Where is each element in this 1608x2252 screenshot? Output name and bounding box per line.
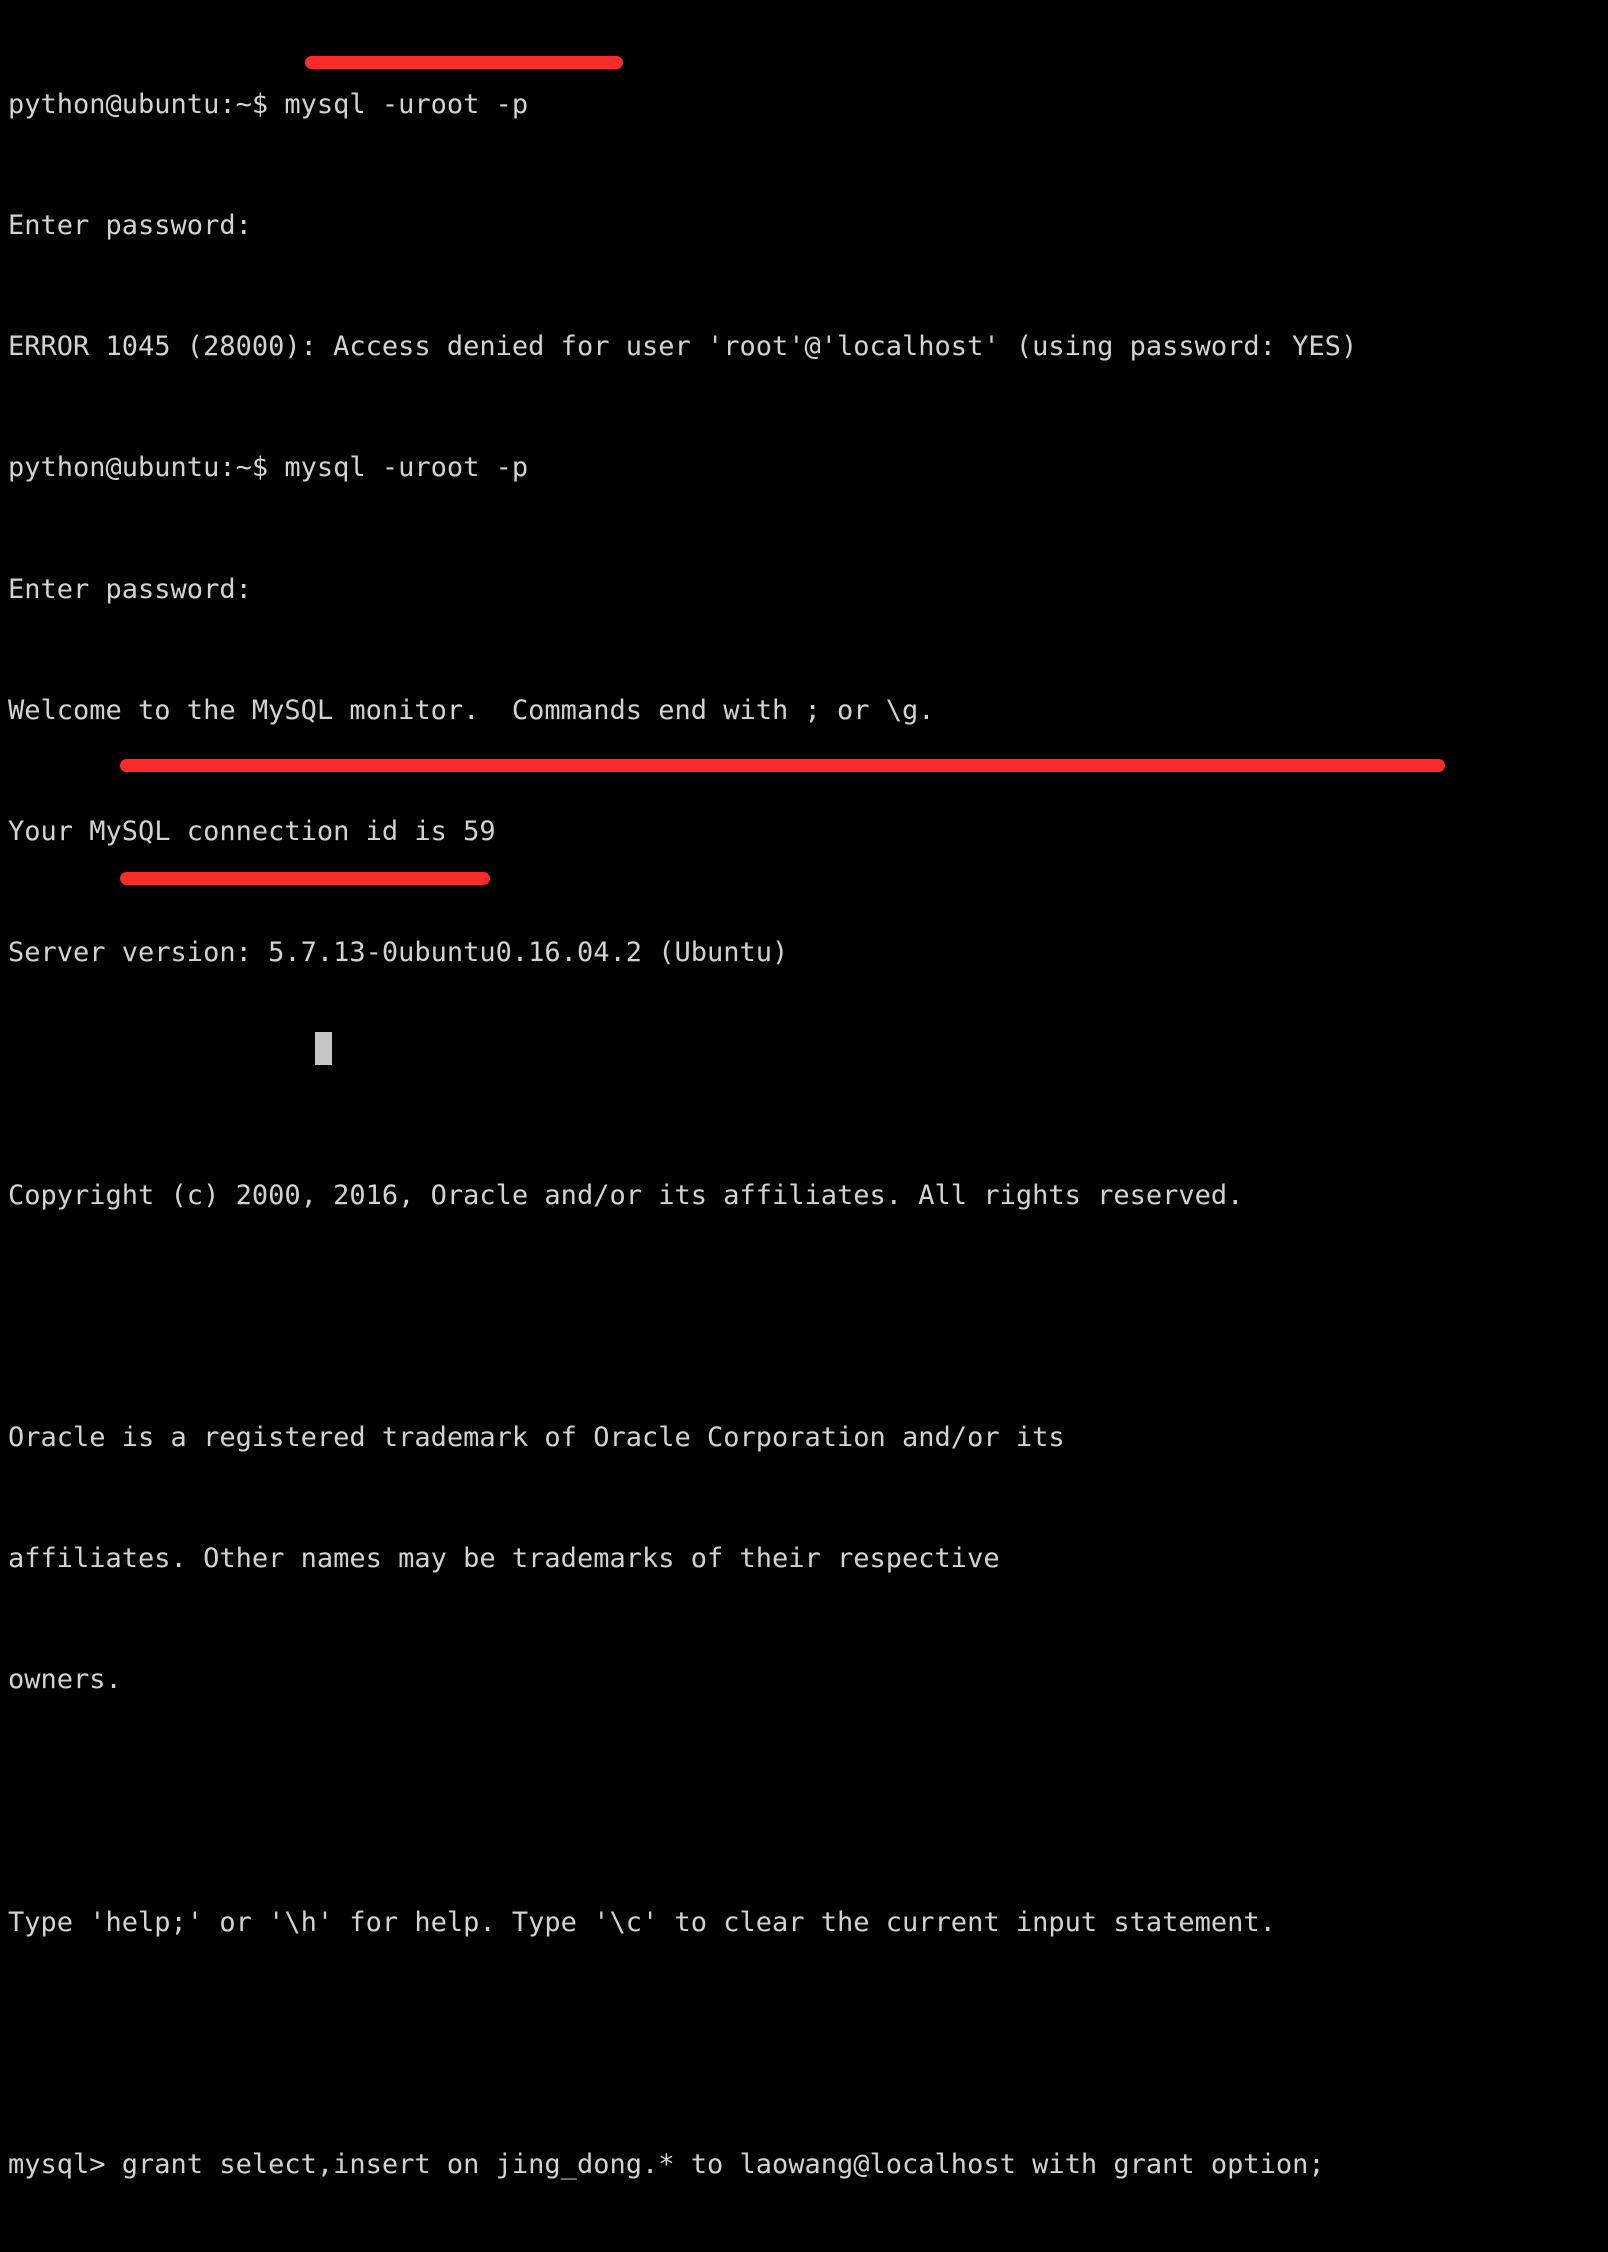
terminal-window[interactable]: python@ubuntu:~$ mysql -uroot -p Enter p… <box>0 0 1608 2180</box>
terminal-line: python@ubuntu:~$ mysql -uroot -p <box>8 88 529 120</box>
terminal-line: ERROR 1045 (28000): Access denied for us… <box>8 331 1358 363</box>
terminal-line: affiliates. Other names may be trademark… <box>8 1543 1000 1575</box>
terminal-line: Your MySQL connection id is 59 <box>8 816 496 848</box>
terminal-line: Enter password: <box>8 573 269 605</box>
flush-privileges-underline <box>120 872 490 885</box>
terminal-line: Enter password: <box>8 210 269 242</box>
grant-statement-underline <box>120 759 1445 772</box>
terminal-line: Type 'help;' or '\h' for help. Type '\c'… <box>8 1906 1276 1938</box>
terminal-line: python@ubuntu:~$ mysql -uroot -p <box>8 452 529 484</box>
block-cursor <box>315 1032 332 1065</box>
terminal-line: Server version: 5.7.13-0ubuntu0.16.04.2 … <box>8 937 789 969</box>
terminal-line: owners. <box>8 1664 122 1696</box>
terminal-line: mysql> grant select,insert on jing_dong.… <box>8 2149 1325 2181</box>
password-redaction-underline <box>305 56 623 69</box>
terminal-line: Copyright (c) 2000, 2016, Oracle and/or … <box>8 1179 1244 1211</box>
terminal-output: python@ubuntu:~$ mysql -uroot -p Enter p… <box>8 4 1608 2252</box>
terminal-line: Oracle is a registered trademark of Orac… <box>8 1422 1065 1454</box>
terminal-line: Welcome to the MySQL monitor. Commands e… <box>8 694 935 726</box>
